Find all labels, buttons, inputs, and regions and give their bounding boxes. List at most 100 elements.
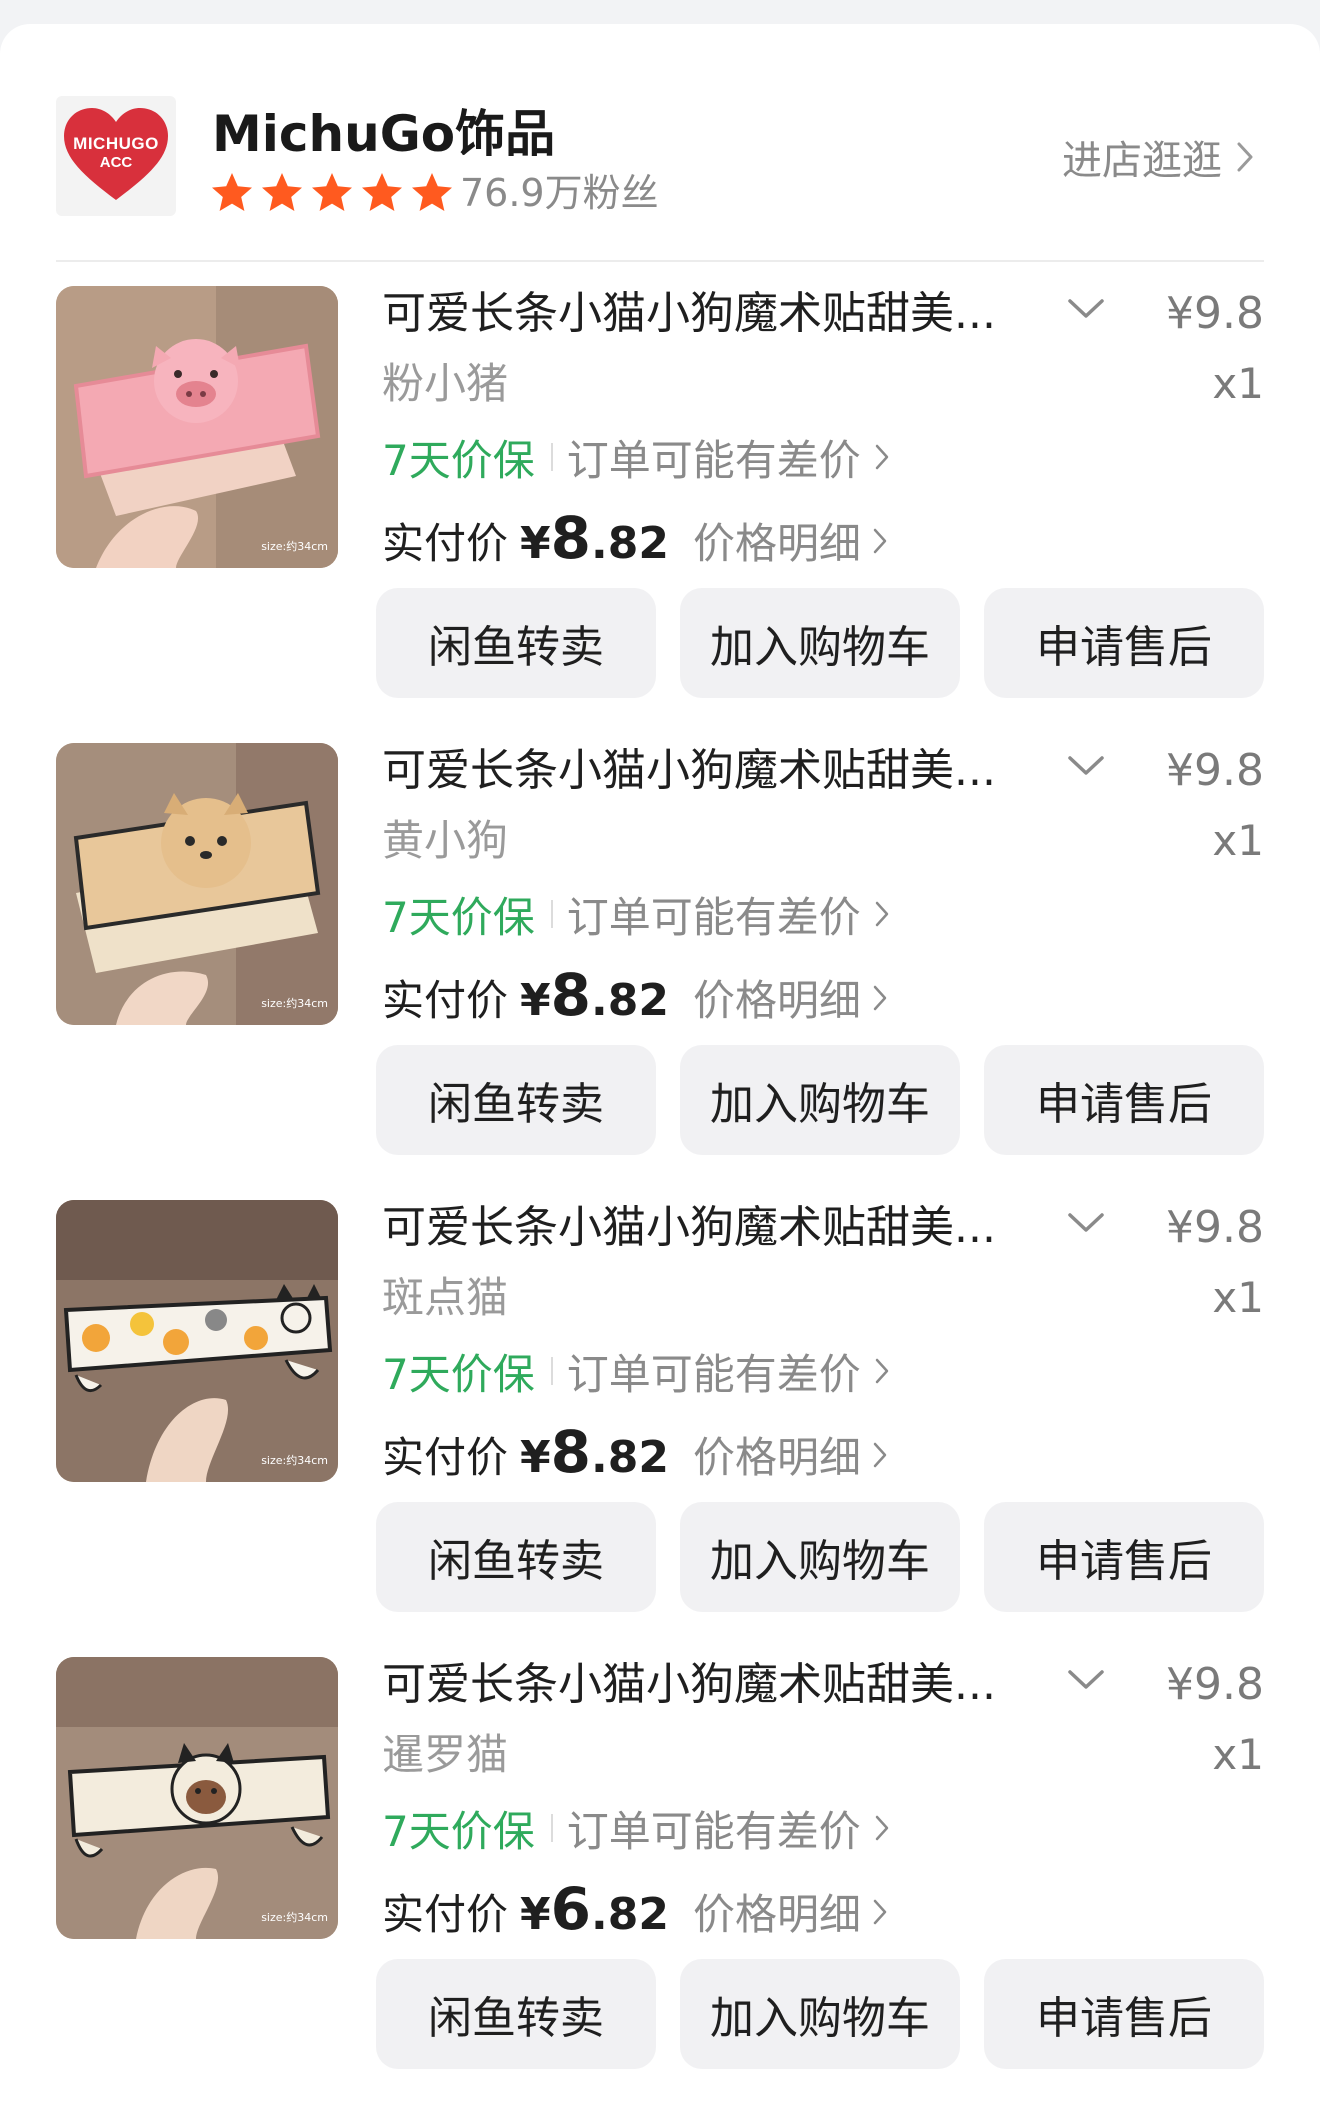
price-detail-label: 价格明细 bbox=[692, 519, 861, 568]
product-image-dog-icon bbox=[56, 743, 338, 1025]
add-to-cart-button[interactable]: 加入购物车 bbox=[680, 588, 960, 698]
paid-price-row: 实付价 ¥ 6 .82 价格明细 bbox=[382, 1875, 887, 1945]
product-variant: 粉小猪 bbox=[382, 359, 509, 408]
price-detail-link[interactable]: 价格明细 bbox=[693, 967, 887, 1028]
store-rating bbox=[208, 168, 458, 218]
order-item: size:约34cm 可爱长条小猫小狗魔术贴甜美... ¥9.8 暹罗猫 x1 … bbox=[56, 1657, 1264, 2077]
price-diff-note: 订单可能有差价 bbox=[566, 435, 861, 485]
add-to-cart-button[interactable]: 加入购物车 bbox=[680, 1959, 960, 2069]
product-title[interactable]: 可爱长条小猫小狗魔术贴甜美... bbox=[382, 1200, 1082, 1256]
star-icon bbox=[312, 173, 352, 211]
visit-store-label: 进店逛逛 bbox=[1062, 138, 1222, 184]
paid-price-integer: 8 bbox=[550, 504, 591, 572]
original-price: ¥9.8 bbox=[1166, 1659, 1264, 1710]
store-header[interactable]: MICHUGO ACC MichuGo饰品 76.9万粉丝 进店逛逛 bbox=[56, 72, 1264, 218]
paid-price-currency: ¥ bbox=[520, 975, 551, 1026]
logo-text-line2: ACC bbox=[99, 154, 133, 171]
chevron-right-icon bbox=[873, 1899, 887, 1924]
after-sales-button[interactable]: 申请售后 bbox=[984, 1502, 1264, 1612]
chevron-right-icon bbox=[873, 528, 887, 553]
chevron-right-icon bbox=[875, 1815, 888, 1841]
original-price: ¥9.8 bbox=[1166, 1202, 1264, 1253]
paid-price-decimal: .82 bbox=[591, 518, 669, 569]
chevron-down-icon[interactable] bbox=[1066, 751, 1106, 781]
resell-xianyu-button[interactable]: 闲鱼转卖 bbox=[376, 1045, 656, 1155]
paid-price-label: 实付价 bbox=[382, 1433, 509, 1482]
product-title[interactable]: 可爱长条小猫小狗魔术贴甜美... bbox=[382, 286, 1082, 342]
paid-price-currency: ¥ bbox=[520, 1432, 551, 1483]
store-name[interactable]: MichuGo饰品 bbox=[212, 94, 555, 166]
product-thumbnail[interactable]: size:约34cm bbox=[56, 286, 338, 568]
star-icon bbox=[362, 173, 402, 211]
price-guarantee-row[interactable]: 7天价保 订单可能有差价 bbox=[382, 429, 889, 485]
thumb-caption: size:约34cm bbox=[261, 1454, 328, 1467]
chevron-right-icon bbox=[873, 1442, 887, 1467]
quantity: x1 bbox=[1212, 359, 1264, 408]
price-diff-note: 订单可能有差价 bbox=[566, 1349, 861, 1399]
resell-xianyu-button[interactable]: 闲鱼转卖 bbox=[376, 1502, 656, 1612]
separator bbox=[550, 1814, 553, 1842]
paid-price-label: 实付价 bbox=[382, 1890, 509, 1939]
order-item: size:约34cm 可爱长条小猫小狗魔术贴甜美... ¥9.8 粉小猪 x1 … bbox=[56, 286, 1264, 706]
star-icon bbox=[212, 173, 252, 211]
product-title[interactable]: 可爱长条小猫小狗魔术贴甜美... bbox=[382, 1657, 1082, 1713]
paid-price-integer: 8 bbox=[550, 1418, 591, 1486]
original-price: ¥9.8 bbox=[1166, 745, 1264, 796]
divider bbox=[56, 260, 1264, 262]
chevron-down-icon[interactable] bbox=[1066, 294, 1106, 324]
price-detail-label: 价格明细 bbox=[692, 1890, 861, 1939]
store-logo[interactable]: MICHUGO ACC bbox=[56, 96, 176, 216]
add-to-cart-button[interactable]: 加入购物车 bbox=[680, 1045, 960, 1155]
price-detail-link[interactable]: 价格明细 bbox=[693, 510, 887, 571]
separator bbox=[550, 1357, 553, 1385]
price-guarantee-row[interactable]: 7天价保 订单可能有差价 bbox=[382, 886, 889, 942]
chevron-right-icon bbox=[875, 901, 888, 927]
price-diff-note: 订单可能有差价 bbox=[566, 892, 861, 942]
product-title[interactable]: 可爱长条小猫小狗魔术贴甜美... bbox=[382, 743, 1082, 799]
price-guarantee-row[interactable]: 7天价保 订单可能有差价 bbox=[382, 1343, 889, 1399]
chevron-right-icon bbox=[875, 1358, 888, 1384]
chevron-right-icon bbox=[875, 444, 888, 470]
price-guarantee-badge: 7天价保 bbox=[382, 892, 535, 942]
product-image-pig-icon bbox=[56, 286, 338, 568]
add-to-cart-button[interactable]: 加入购物车 bbox=[680, 1502, 960, 1612]
price-detail-link[interactable]: 价格明细 bbox=[693, 1424, 887, 1485]
chevron-right-icon bbox=[1237, 142, 1253, 172]
paid-price-row: 实付价 ¥ 8 .82 价格明细 bbox=[382, 504, 887, 574]
paid-price-label: 实付价 bbox=[382, 519, 509, 568]
after-sales-button[interactable]: 申请售后 bbox=[984, 1959, 1264, 2069]
chevron-down-icon[interactable] bbox=[1066, 1208, 1106, 1238]
after-sales-button[interactable]: 申请售后 bbox=[984, 588, 1264, 698]
order-card: MICHUGO ACC MichuGo饰品 76.9万粉丝 进店逛逛 size:… bbox=[0, 24, 1320, 2101]
product-variant: 斑点猫 bbox=[382, 1273, 509, 1322]
product-thumbnail[interactable]: size:约34cm bbox=[56, 1200, 338, 1482]
separator bbox=[550, 900, 553, 928]
resell-xianyu-button[interactable]: 闲鱼转卖 bbox=[376, 588, 656, 698]
after-sales-button[interactable]: 申请售后 bbox=[984, 1045, 1264, 1155]
quantity: x1 bbox=[1212, 1730, 1264, 1779]
product-thumbnail[interactable]: size:约34cm bbox=[56, 743, 338, 1025]
original-price: ¥9.8 bbox=[1166, 288, 1264, 339]
paid-price-integer: 8 bbox=[550, 961, 591, 1029]
thumb-caption: size:约34cm bbox=[261, 540, 328, 553]
price-detail-label: 价格明细 bbox=[692, 1433, 861, 1482]
visit-store-link[interactable]: 进店逛逛 bbox=[1062, 128, 1254, 186]
product-image-spotted-cat-icon bbox=[56, 1200, 338, 1482]
price-diff-note: 订单可能有差价 bbox=[566, 1806, 861, 1856]
separator bbox=[550, 443, 553, 471]
resell-xianyu-button[interactable]: 闲鱼转卖 bbox=[376, 1959, 656, 2069]
price-guarantee-badge: 7天价保 bbox=[382, 435, 535, 485]
product-variant: 黄小狗 bbox=[382, 816, 509, 865]
paid-price-label: 实付价 bbox=[382, 976, 509, 1025]
chevron-down-icon[interactable] bbox=[1066, 1665, 1106, 1695]
paid-price-decimal: .82 bbox=[591, 1889, 669, 1940]
price-detail-link[interactable]: 价格明细 bbox=[693, 1881, 887, 1942]
store-fans-count: 76.9万粉丝 bbox=[460, 171, 659, 215]
thumb-caption: size:约34cm bbox=[261, 997, 328, 1010]
star-icon bbox=[262, 173, 302, 211]
chevron-right-icon bbox=[873, 985, 887, 1010]
product-thumbnail[interactable]: size:约34cm bbox=[56, 1657, 338, 1939]
price-guarantee-row[interactable]: 7天价保 订单可能有差价 bbox=[382, 1800, 889, 1856]
price-detail-label: 价格明细 bbox=[692, 976, 861, 1025]
quantity: x1 bbox=[1212, 816, 1264, 865]
